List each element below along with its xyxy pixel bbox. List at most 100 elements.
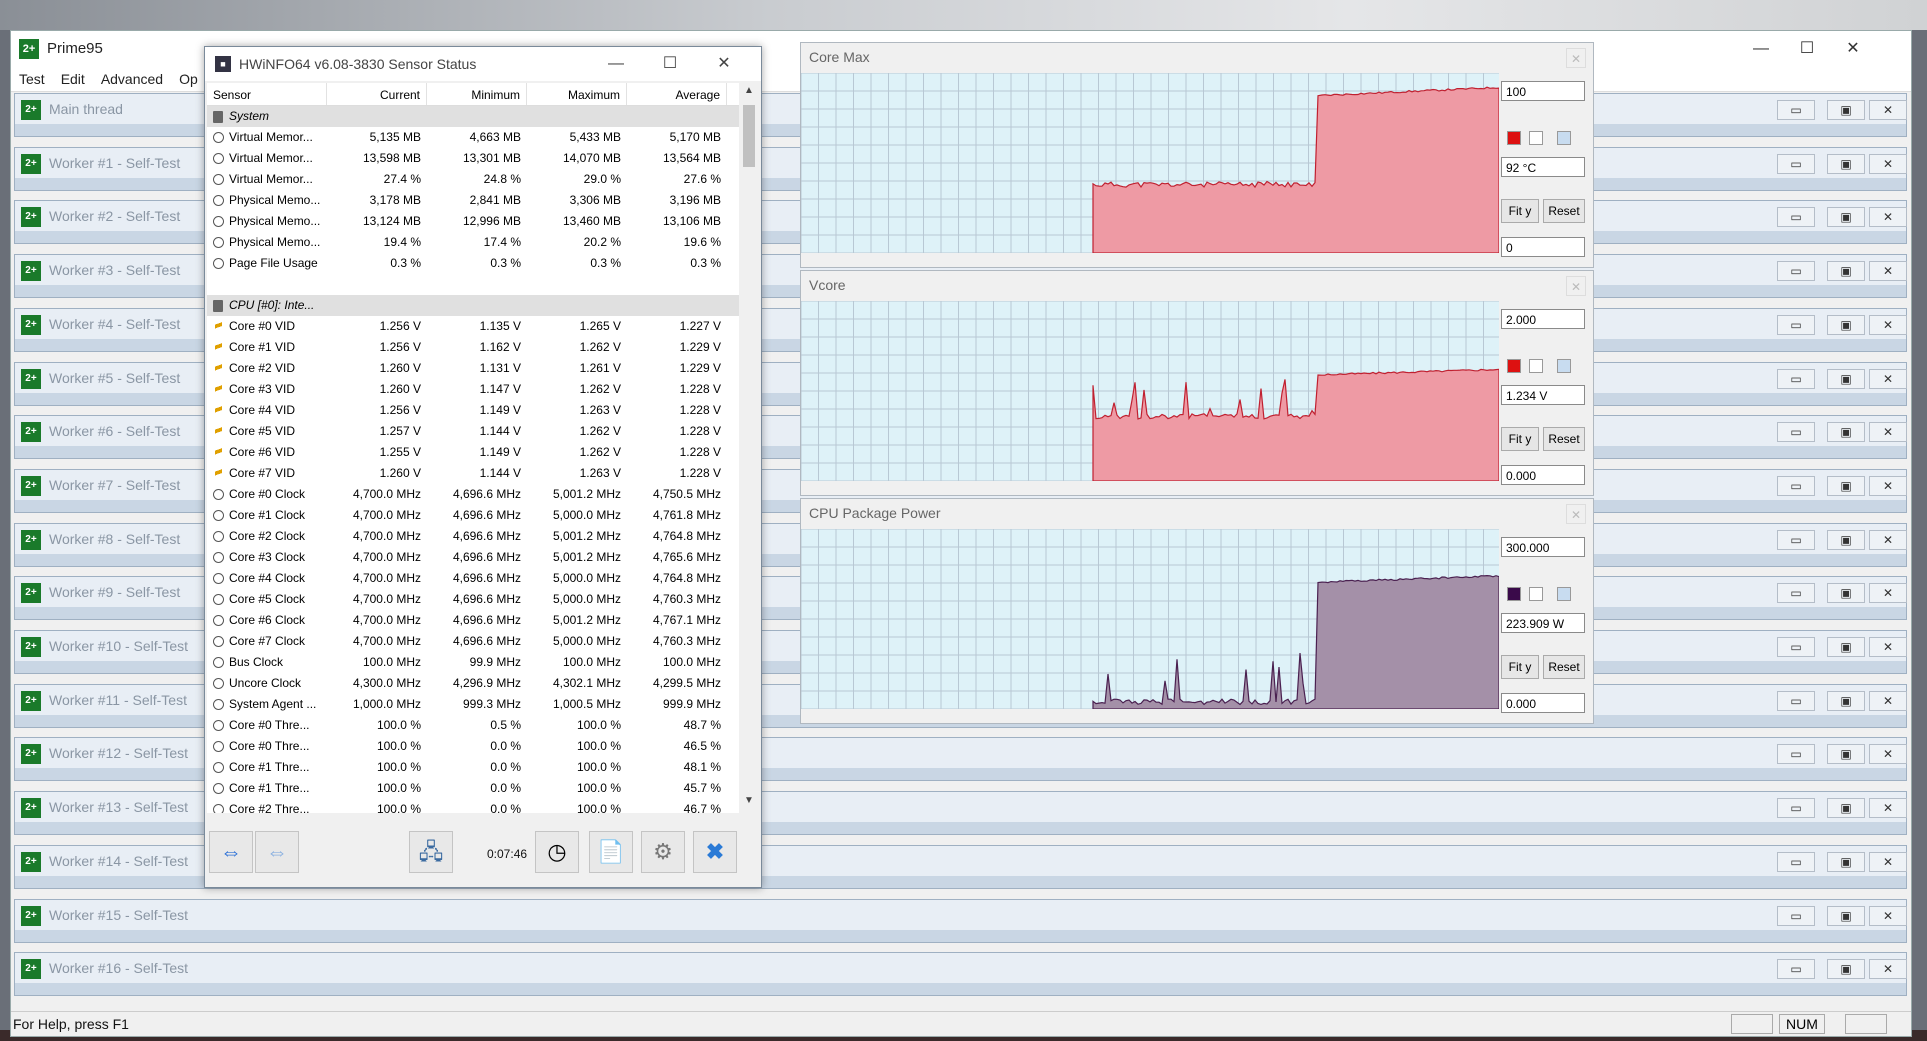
sensor-scrollbar[interactable]: ▲ ▼ [739, 83, 759, 813]
worker-close-button[interactable]: ✕ [1869, 153, 1907, 174]
hwinfo-maximize-button[interactable]: ☐ [657, 53, 683, 75]
worker-window[interactable]: 2+ Worker #16 - Self-Test ▭ ▣ ✕ [14, 952, 1907, 997]
worker-restore-button[interactable]: ▣ [1827, 851, 1865, 872]
sensor-row[interactable]: Virtual Memor... 5,135 MB 4,663 MB 5,433 MB… [207, 127, 739, 148]
graph-min-field[interactable]: 0 [1501, 237, 1585, 257]
worker-close-button[interactable]: ✕ [1869, 905, 1907, 926]
worker-titlebar[interactable]: 2+ Worker #15 - Self-Test ▭ ▣ ✕ [15, 899, 1907, 930]
worker-restore-button[interactable]: ▣ [1827, 744, 1865, 765]
sensor-row[interactable]: Core #0 Thre... 100.0 % 0.0 % 100.0 % 46.5 % [207, 736, 739, 757]
clock-icon[interactable]: ◷ [535, 831, 579, 873]
worker-restore-button[interactable]: ▣ [1827, 690, 1865, 711]
sensor-row[interactable]: Virtual Memor... 13,598 MB 13,301 MB 14,070… [207, 148, 739, 169]
worker-close-button[interactable]: ✕ [1869, 851, 1907, 872]
worker-minimize-button[interactable]: ▭ [1777, 314, 1815, 335]
worker-titlebar[interactable]: 2+ Worker #16 - Self-Test ▭ ▣ ✕ [15, 953, 1907, 984]
graph-min-field[interactable]: 0.000 [1501, 693, 1585, 713]
hwinfo-titlebar[interactable]: ■ HWiNFO64 v6.08-3830 Sensor Status — ☐ … [205, 47, 761, 81]
column-header-sensor[interactable]: Sensor [207, 83, 327, 105]
graph-max-field[interactable]: 100 [1501, 81, 1585, 101]
sensor-row[interactable]: Core #2 Thre... 100.0 % 0.0 % 100.0 % 46.7 % [207, 799, 739, 813]
worker-close-button[interactable]: ✕ [1869, 368, 1907, 389]
graph-close-button[interactable]: ✕ [1566, 48, 1586, 68]
scroll-thumb[interactable] [743, 105, 755, 167]
worker-restore-button[interactable]: ▣ [1827, 637, 1865, 657]
worker-restore-button[interactable]: ▣ [1827, 475, 1865, 496]
sensor-row[interactable]: Core #6 Clock 4,700.0 MHz 4,696.6 MHz 5,001… [207, 610, 739, 631]
graph-max-field[interactable]: 300.000 [1501, 537, 1585, 557]
worker-restore-button[interactable]: ▣ [1827, 583, 1865, 604]
scroll-down-icon[interactable]: ▼ [742, 795, 756, 811]
worker-close-button[interactable]: ✕ [1869, 744, 1907, 765]
worker-restore-button[interactable]: ▣ [1827, 798, 1865, 819]
sensor-row[interactable]: Core #0 Clock 4,700.0 MHz 4,696.6 MHz 5,001… [207, 484, 739, 505]
sensor-row[interactable]: Core #3 Clock 4,700.0 MHz 4,696.6 MHz 5,001… [207, 547, 739, 568]
graph-max-field[interactable]: 2.000 [1501, 309, 1585, 329]
worker-restore-button[interactable]: ▣ [1827, 153, 1865, 174]
menu-edit[interactable]: Edit [53, 71, 93, 87]
sensor-row[interactable]: System Agent ... 1,000.0 MHz 999.3 MHz 1,00… [207, 694, 739, 715]
sensor-row[interactable]: Core #1 VID 1.256 V 1.162 V 1.262 V 1.229 V [207, 337, 739, 358]
sensor-row[interactable]: Core #1 Thre... 100.0 % 0.0 % 100.0 % 45.7 % [207, 778, 739, 799]
graph-bg-swatch[interactable] [1529, 131, 1543, 145]
sensor-row[interactable]: Core #1 Clock 4,700.0 MHz 4,696.6 MHz 5,000… [207, 505, 739, 526]
worker-close-button[interactable]: ✕ [1869, 583, 1907, 604]
worker-close-button[interactable]: ✕ [1869, 207, 1907, 228]
worker-minimize-button[interactable]: ▭ [1777, 529, 1815, 550]
worker-restore-button[interactable]: ▣ [1827, 905, 1865, 926]
worker-window[interactable]: 2+ Worker #15 - Self-Test ▭ ▣ ✕ [14, 898, 1907, 943]
graph-close-button[interactable]: ✕ [1566, 276, 1586, 296]
minimize-button[interactable]: — [1749, 37, 1773, 61]
graph-color-swatch[interactable] [1507, 359, 1521, 373]
worker-minimize-button[interactable]: ▭ [1777, 207, 1815, 228]
worker-restore-button[interactable]: ▣ [1827, 959, 1865, 980]
collapse-columns-icon[interactable]: ⇔ [255, 831, 299, 873]
worker-restore-button[interactable]: ▣ [1827, 314, 1865, 335]
worker-close-button[interactable]: ✕ [1869, 690, 1907, 711]
worker-minimize-button[interactable]: ▭ [1777, 959, 1815, 980]
worker-minimize-button[interactable]: ▭ [1777, 153, 1815, 174]
sensor-row[interactable]: Core #2 Clock 4,700.0 MHz 4,696.6 MHz 5,001… [207, 526, 739, 547]
sensor-row[interactable]: Core #7 Clock 4,700.0 MHz 4,696.6 MHz 5,000… [207, 631, 739, 652]
graph-grid-swatch[interactable] [1557, 587, 1571, 601]
sensor-row[interactable]: Core #5 Clock 4,700.0 MHz 4,696.6 MHz 5,000… [207, 589, 739, 610]
scroll-up-icon[interactable]: ▲ [742, 85, 756, 101]
graph-color-swatch[interactable] [1507, 131, 1521, 145]
worker-minimize-button[interactable]: ▭ [1777, 368, 1815, 389]
reset-button[interactable]: Reset [1543, 199, 1585, 223]
worker-close-button[interactable]: ✕ [1869, 959, 1907, 980]
worker-close-button[interactable]: ✕ [1869, 314, 1907, 335]
worker-close-button[interactable]: ✕ [1869, 100, 1907, 120]
sensor-row[interactable]: Core #4 VID 1.256 V 1.149 V 1.263 V 1.228 V [207, 400, 739, 421]
graph-color-swatch[interactable] [1507, 587, 1521, 601]
graph-close-button[interactable]: ✕ [1566, 504, 1586, 524]
worker-restore-button[interactable]: ▣ [1827, 261, 1865, 282]
worker-close-button[interactable]: ✕ [1869, 529, 1907, 550]
worker-minimize-button[interactable]: ▭ [1777, 851, 1815, 872]
worker-close-button[interactable]: ✕ [1869, 422, 1907, 443]
menu-advanced[interactable]: Advanced [93, 71, 171, 87]
sensor-row[interactable]: Core #0 VID 1.256 V 1.135 V 1.265 V 1.227 V [207, 316, 739, 337]
menu-options[interactable]: Op [171, 71, 206, 87]
worker-minimize-button[interactable]: ▭ [1777, 637, 1815, 657]
worker-minimize-button[interactable]: ▭ [1777, 905, 1815, 926]
sensor-row[interactable]: Page File Usage 0.3 % 0.3 % 0.3 % 0.3 % [207, 253, 739, 274]
sensor-row[interactable]: Physical Memo... 3,178 MB 2,841 MB 3,306 MB… [207, 190, 739, 211]
sensor-graph-window[interactable]: Core Max ✕ 100 92 °C Fit y Reset 0 [800, 42, 1594, 268]
worker-minimize-button[interactable]: ▭ [1777, 422, 1815, 443]
sensor-graph-window[interactable]: CPU Package Power ✕ 300.000 223.909 W Fit yR… [800, 498, 1594, 724]
worker-restore-button[interactable]: ▣ [1827, 100, 1865, 120]
sensor-row[interactable]: Virtual Memor... 27.4 % 24.8 % 29.0 % 27.6 % [207, 169, 739, 190]
close-sensors-icon[interactable]: ✖ [693, 831, 737, 873]
worker-close-button[interactable]: ✕ [1869, 798, 1907, 819]
worker-restore-button[interactable]: ▣ [1827, 529, 1865, 550]
reset-button[interactable]: Reset [1543, 427, 1585, 451]
sensor-row[interactable]: Core #5 VID 1.257 V 1.144 V 1.262 V 1.228 V [207, 421, 739, 442]
sensor-group-row[interactable]: System [207, 106, 739, 127]
column-header-minimum[interactable]: Minimum [427, 83, 527, 105]
close-button[interactable]: ✕ [1841, 37, 1865, 61]
add-report-icon[interactable]: 📄 [589, 831, 633, 873]
sensor-row[interactable]: Core #2 VID 1.260 V 1.131 V 1.261 V 1.229 V [207, 358, 739, 379]
sensor-row[interactable]: Core #7 VID 1.260 V 1.144 V 1.263 V 1.228 V [207, 463, 739, 484]
worker-minimize-button[interactable]: ▭ [1777, 261, 1815, 282]
